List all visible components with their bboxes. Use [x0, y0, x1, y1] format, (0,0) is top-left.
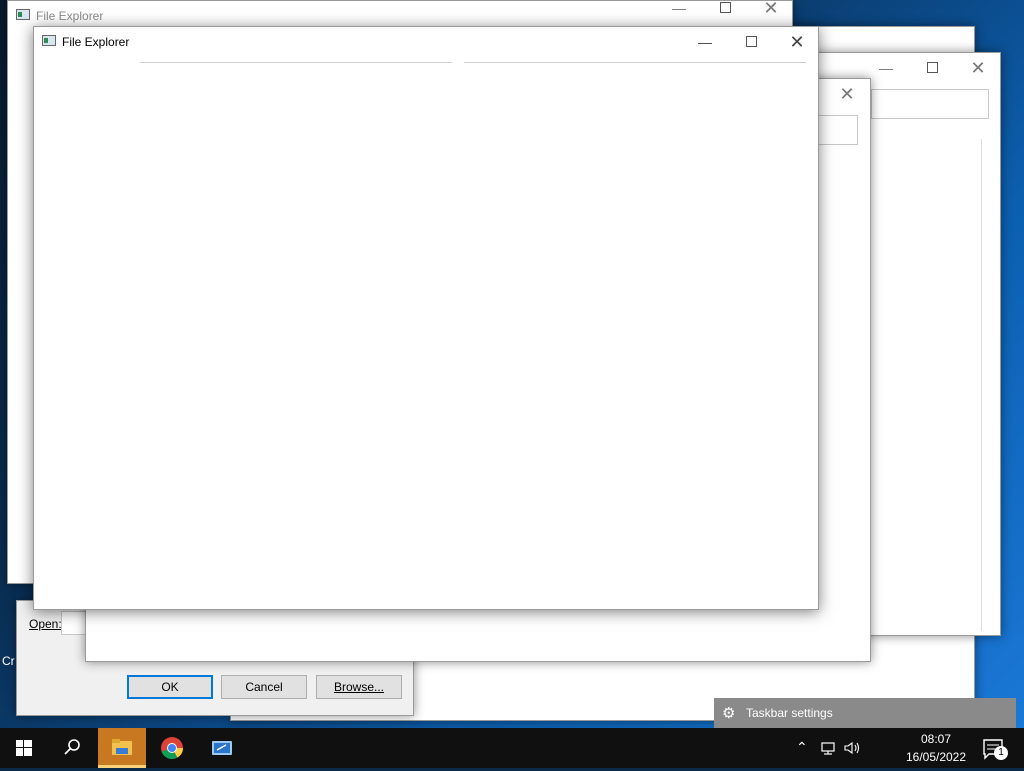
front-explorer-search-bar[interactable]: [464, 61, 806, 63]
cancel-button[interactable]: Cancel: [221, 675, 307, 699]
front-file-explorer-window[interactable]: File Explorer — ✕: [33, 26, 819, 610]
back-explorer-title: File Explorer: [36, 9, 104, 23]
front-explorer-minimize-button[interactable]: —: [682, 27, 728, 57]
tray-chevron-icon[interactable]: ⌃: [796, 739, 808, 756]
front-explorer-titlebar[interactable]: File Explorer — ✕: [34, 27, 818, 57]
right-window-maximize-button[interactable]: [909, 53, 955, 83]
desktop: — ✕ File Explorer — ✕ Open: OK Cancel Br…: [0, 0, 1024, 728]
file-explorer-icon: [42, 35, 56, 46]
partial-label: Cr: [2, 654, 15, 668]
search-button[interactable]: [48, 728, 96, 768]
windows-start-icon: [16, 740, 32, 756]
clock[interactable]: 08:07 16/05/2022: [898, 732, 974, 764]
maximize-icon: [926, 62, 938, 74]
maximize-icon: [745, 36, 757, 48]
chrome-icon: [161, 737, 183, 760]
right-window-address-field[interactable]: [871, 89, 989, 119]
file-explorer-icon: [16, 9, 30, 20]
front-explorer-address-bar[interactable]: [140, 61, 452, 63]
browse-button[interactable]: Browse...: [316, 675, 402, 699]
taskbar-run-app[interactable]: [198, 728, 246, 768]
taskbar: ⌃ 08:07 16/05/2022 1: [0, 728, 1024, 768]
middle-dialog-input[interactable]: [818, 115, 858, 145]
taskbar-settings-label: Taskbar settings: [746, 706, 833, 720]
taskbar-chrome[interactable]: [148, 728, 196, 768]
right-window-close-button[interactable]: ✕: [955, 53, 1001, 83]
search-icon: [64, 739, 80, 755]
maximize-icon: [719, 2, 731, 14]
notification-count-badge: 1: [994, 746, 1008, 760]
back-explorer-close-button[interactable]: ✕: [748, 0, 794, 23]
front-explorer-maximize-button[interactable]: [728, 27, 774, 57]
run-open-label: Open:: [29, 617, 62, 631]
front-explorer-close-button[interactable]: ✕: [774, 27, 820, 57]
taskbar-settings-popup[interactable]: ⚙ Taskbar settings: [714, 698, 1016, 728]
back-explorer-maximize-button[interactable]: [702, 0, 748, 23]
ok-button[interactable]: OK: [127, 675, 213, 699]
start-button[interactable]: [0, 728, 48, 768]
middle-dialog-close-button[interactable]: ✕: [824, 79, 870, 109]
right-window-content-panel: [981, 139, 993, 631]
clock-time: 08:07: [920, 732, 952, 746]
volume-icon[interactable]: [843, 740, 863, 756]
clock-date: 16/05/2022: [905, 750, 967, 764]
file-explorer-icon: [112, 739, 132, 755]
run-app-icon: [212, 741, 232, 755]
taskbar-file-explorer[interactable]: [98, 728, 146, 768]
back-explorer-minimize-button[interactable]: —: [656, 0, 702, 23]
action-center-button[interactable]: 1: [976, 728, 1024, 768]
gear-icon: ⚙: [722, 705, 736, 722]
network-icon[interactable]: [820, 740, 838, 756]
front-explorer-title: File Explorer: [62, 35, 130, 49]
